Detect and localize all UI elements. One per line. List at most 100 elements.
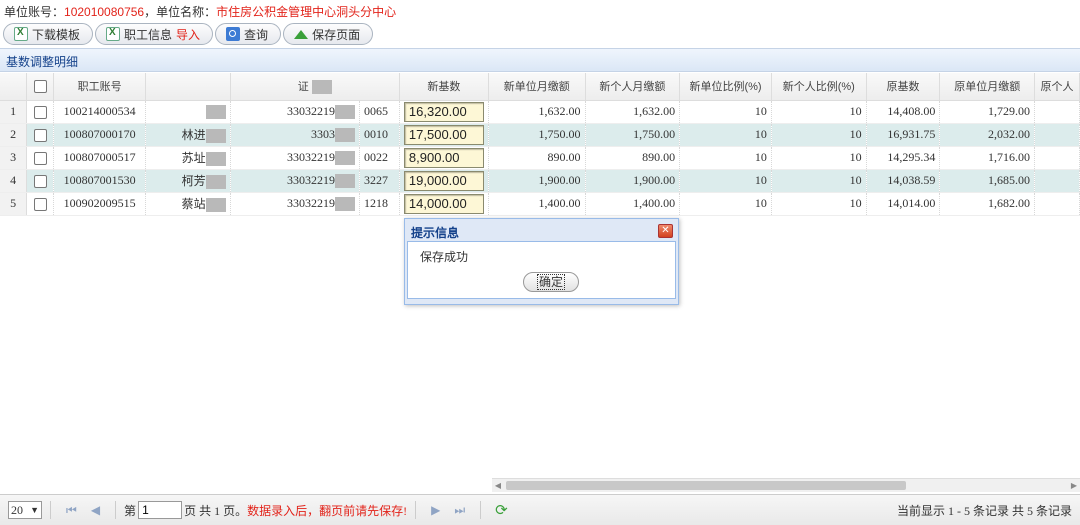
page-label: 第 (124, 503, 137, 518)
cell-account: 100807001530 (53, 169, 147, 193)
header-old-person[interactable]: 原个人 (1034, 73, 1080, 101)
header-new-base[interactable]: 新基数 (399, 73, 489, 101)
query-label: 查询 (244, 27, 269, 42)
id-text-a: 33032219 (287, 172, 335, 187)
chevron-down-icon: ▼ (30, 505, 39, 515)
next-page-icon[interactable]: ▶ (431, 503, 440, 517)
message-dialog: 提示信息 ✕ 保存成功 确定 (404, 218, 679, 305)
scroll-right-arrow-icon[interactable]: ▶ (1068, 479, 1080, 492)
row-select[interactable] (26, 169, 55, 193)
cell-old-unit: 1,685.00 (939, 169, 1036, 193)
last-page-icon[interactable]: ⏭ (454, 503, 465, 518)
row-checkbox[interactable] (33, 197, 47, 211)
cell-new-base[interactable] (399, 169, 489, 193)
cell-new-base[interactable] (399, 100, 489, 124)
account-label: 单位账号： (4, 5, 65, 19)
cell-new-person: 1,400.00 (585, 192, 681, 216)
redaction-mask (311, 80, 332, 95)
page-number-input[interactable] (138, 501, 183, 519)
cell-id-b: 0065 (359, 100, 400, 124)
cell-old-person (1034, 169, 1080, 193)
cell-old-unit: 1,716.00 (939, 146, 1036, 170)
cell-old-base: 14,014.00 (866, 192, 941, 216)
row-select[interactable] (26, 192, 55, 216)
first-page-icon[interactable]: ⏮ (66, 503, 77, 518)
header-new-person-amount[interactable]: 新个人月缴额 (585, 73, 681, 101)
row-checkbox[interactable] (33, 128, 47, 142)
header-select-all[interactable] (26, 73, 55, 101)
panel-title: 基数调整明细 (0, 48, 1080, 72)
row-checkbox[interactable] (33, 174, 47, 188)
new-base-input[interactable] (403, 101, 484, 122)
query-button[interactable]: 查询 (215, 23, 282, 45)
name-text: 林进 (181, 127, 206, 142)
cell-new-base[interactable] (399, 146, 489, 170)
pagination-bar: 20 ▼ ⏮ ◀ 第 页 共 1 页。数据录入后，翻页前请先保存! ▶ ⏭ ⟳ 当… (0, 494, 1080, 525)
cell-unit-pct: 10 (679, 169, 772, 193)
cell-new-base[interactable] (399, 192, 489, 216)
cell-name: 林进 (145, 123, 231, 147)
download-template-button[interactable]: 下载模板 (3, 23, 94, 45)
scroll-left-arrow-icon[interactable]: ◀ (492, 479, 504, 492)
cell-new-person: 890.00 (585, 146, 681, 170)
cell-new-person: 1,750.00 (585, 123, 681, 147)
table-row[interactable]: 5 100902009515 蔡站 33032219 1218 1,400.00… (0, 192, 1080, 216)
cell-name: 柯芳 (145, 169, 231, 193)
cell-id-b: 0010 (359, 123, 400, 147)
refresh-icon[interactable]: ⟳ (495, 501, 508, 519)
scrollbar-thumb[interactable] (506, 481, 906, 490)
new-base-input[interactable] (403, 124, 484, 145)
table-row[interactable]: 1 100214000534 33032219 0065 1,632.00 1,… (0, 100, 1080, 124)
save-page-button[interactable]: 保存页面 (283, 23, 374, 45)
header-account[interactable]: 职工账号 (53, 73, 147, 101)
cell-id-b: 1218 (359, 192, 400, 216)
unit-name-value: 市住房公积金管理中心洞头分中心 (216, 5, 397, 19)
select-all-checkbox[interactable] (33, 79, 47, 93)
new-base-input[interactable] (403, 147, 484, 168)
header-id[interactable]: 证 (230, 73, 400, 101)
header-name[interactable] (145, 73, 231, 101)
horizontal-scrollbar[interactable]: ◀ ▶ (492, 478, 1080, 492)
cell-old-unit: 1,682.00 (939, 192, 1036, 216)
cell-id-a: 33032219 (230, 192, 361, 216)
excel-import-icon (106, 27, 121, 41)
cell-account: 100902009515 (53, 192, 147, 216)
header-new-person-pct[interactable]: 新个人比例(%) (771, 73, 867, 101)
row-checkbox[interactable] (33, 105, 47, 119)
cell-old-base: 14,408.00 (866, 100, 941, 124)
cell-account: 100214000534 (53, 100, 147, 124)
table-row[interactable]: 3 100807000517 苏址 33032219 0022 890.00 8… (0, 146, 1080, 170)
ok-button-label: 确定 (536, 274, 565, 290)
redaction-mask (205, 129, 226, 144)
header-id-label: 证 (297, 81, 309, 94)
row-select[interactable] (26, 100, 55, 124)
cell-new-person: 1,900.00 (585, 169, 681, 193)
dialog-titlebar[interactable]: 提示信息 ✕ (407, 221, 676, 241)
close-icon[interactable]: ✕ (658, 224, 673, 238)
cell-id-a: 33032219 (230, 169, 361, 193)
cell-name: 苏址 (145, 146, 231, 170)
row-select[interactable] (26, 123, 55, 147)
cell-new-base[interactable] (399, 123, 489, 147)
account-value: 102010080756 (64, 5, 145, 19)
prev-page-icon[interactable]: ◀ (91, 503, 100, 517)
header-new-unit-amount[interactable]: 新单位月缴额 (488, 73, 586, 101)
header-old-unit-amount[interactable]: 原单位月缴额 (939, 73, 1036, 101)
new-base-input[interactable] (403, 170, 484, 191)
row-number: 1 (0, 100, 28, 124)
table-row[interactable]: 2 100807000170 林进 3303 0010 1,750.00 1,7… (0, 123, 1080, 147)
toolbar: 下载模板 职工信息导入 查询 保存页面 (0, 22, 1080, 46)
table-row[interactable]: 4 100807001530 柯芳 33032219 3227 1,900.00… (0, 169, 1080, 193)
pager-divider (480, 501, 482, 519)
import-employee-button[interactable]: 职工信息导入 (95, 23, 214, 45)
row-number: 3 (0, 146, 28, 170)
cell-old-person (1034, 123, 1080, 147)
save-page-label: 保存页面 (312, 27, 361, 42)
row-checkbox[interactable] (33, 151, 47, 165)
header-old-base[interactable]: 原基数 (866, 73, 941, 101)
header-new-unit-pct[interactable]: 新单位比例(%) (679, 73, 772, 101)
row-select[interactable] (26, 146, 55, 170)
new-base-input[interactable] (403, 193, 484, 214)
ok-button[interactable]: 确定 (523, 272, 579, 292)
page-size-select[interactable]: 20 ▼ (8, 501, 42, 519)
